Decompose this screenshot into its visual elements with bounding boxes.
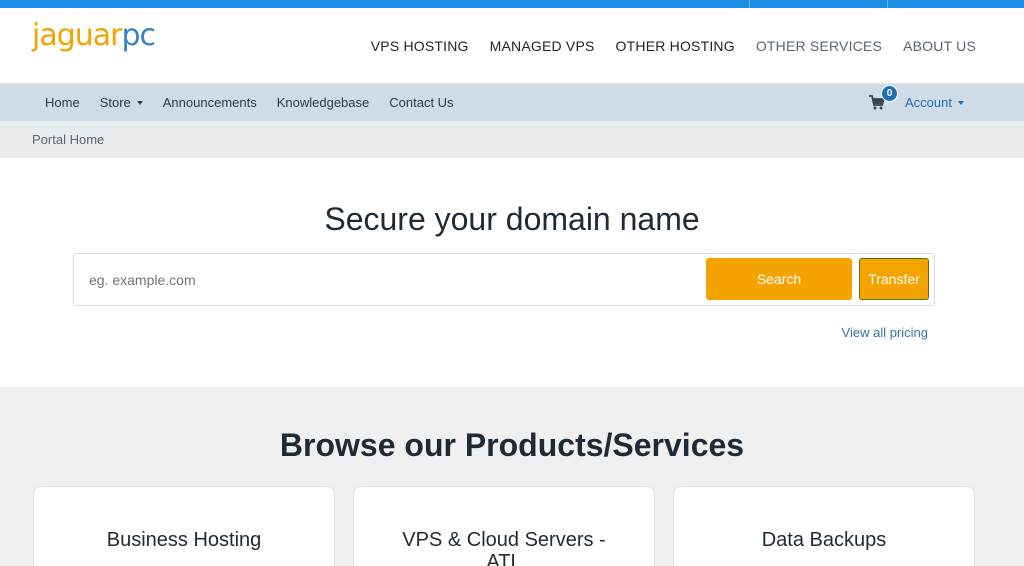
secondary-nav: Home Store Announcements Knowledgebase C… xyxy=(0,84,1024,121)
top-accent-stripe xyxy=(0,0,1024,8)
product-card-title: Data Backups xyxy=(761,529,887,551)
breadcrumb-portal-home[interactable]: Portal Home xyxy=(32,132,104,147)
main-nav-other-services[interactable]: OTHER SERVICES xyxy=(756,38,882,54)
subnav-contact-us[interactable]: Contact Us xyxy=(389,95,453,110)
domain-search-title: Secure your domain name xyxy=(324,201,700,237)
top-stripe-divider xyxy=(887,0,888,8)
product-card-title: Business Hosting xyxy=(106,529,262,551)
account-menu[interactable]: Account xyxy=(905,95,964,110)
chevron-down-icon xyxy=(136,100,143,105)
account-label: Account xyxy=(905,95,952,110)
main-nav-vps-hosting[interactable]: VPS HOSTING xyxy=(371,38,469,54)
chevron-down-icon xyxy=(958,100,964,105)
domain-search-input[interactable] xyxy=(75,255,675,304)
main-nav-managed-vps[interactable]: MANAGED VPS xyxy=(490,38,595,54)
subnav-store[interactable]: Store xyxy=(100,95,143,110)
breadcrumb-bar: Portal Home xyxy=(0,121,1024,158)
main-nav-other-hosting[interactable]: OTHER HOSTING xyxy=(616,38,735,54)
main-nav: VPS HOSTING MANAGED VPS OTHER HOSTING OT… xyxy=(350,38,976,54)
domain-search-section: Secure your domain name Search Transfer … xyxy=(0,158,1024,387)
main-nav-about-us[interactable]: ABOUT US xyxy=(903,38,976,54)
shopping-cart-icon[interactable]: 0 xyxy=(869,84,899,111)
domain-transfer-button[interactable]: Transfer xyxy=(859,258,929,300)
view-all-pricing-link[interactable]: View all pricing xyxy=(842,325,928,340)
site-header: jaguarpc VPS HOSTING MANAGED VPS OTHER H… xyxy=(0,8,1024,84)
product-card-data-backups[interactable]: Data Backups xyxy=(673,486,975,566)
subnav-home[interactable]: Home xyxy=(45,95,80,110)
top-stripe-divider xyxy=(749,0,750,8)
product-card-title: VPS & Cloud Servers - ATL xyxy=(402,529,606,566)
cart-count-badge: 0 xyxy=(881,84,899,102)
product-card-vps-cloud[interactable]: VPS & Cloud Servers - ATL xyxy=(353,486,655,566)
domain-search-button[interactable]: Search xyxy=(706,258,852,300)
logo-text-jaguar: jaguar xyxy=(32,18,122,53)
product-card-business-hosting[interactable]: Business Hosting xyxy=(33,486,335,566)
subnav-store-label: Store xyxy=(99,95,131,110)
subnav-knowledgebase[interactable]: Knowledgebase xyxy=(277,95,370,110)
products-title: Browse our Products/Services xyxy=(279,427,745,463)
subnav-announcements[interactable]: Announcements xyxy=(163,95,257,110)
domain-search-form: Search Transfer xyxy=(73,253,935,306)
site-logo[interactable]: jaguarpc xyxy=(32,14,157,70)
products-section: Browse our Products/Services Business Ho… xyxy=(0,387,1024,566)
logo-text-pc: pc xyxy=(121,18,157,53)
